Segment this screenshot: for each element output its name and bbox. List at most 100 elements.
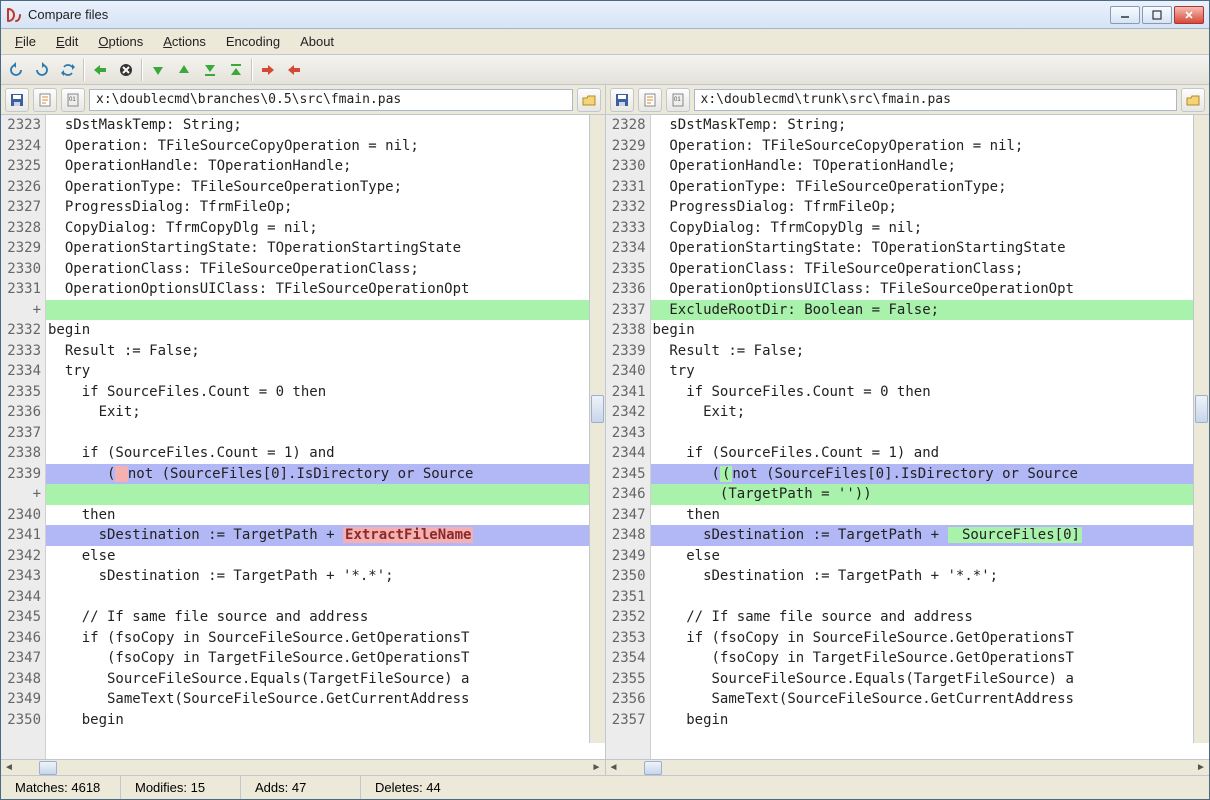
edit-right-button[interactable] xyxy=(638,88,662,112)
minimize-button[interactable] xyxy=(1110,6,1140,24)
code-line[interactable]: (TargetPath = '')) xyxy=(651,484,1210,505)
right-hscrollbar[interactable]: ◄► xyxy=(606,759,1210,775)
line-number: 2355 xyxy=(606,669,650,690)
left-vscrollbar[interactable] xyxy=(589,115,605,743)
code-line[interactable]: if (fsoCopy in SourceFileSource.GetOpera… xyxy=(46,628,605,649)
code-line[interactable] xyxy=(46,587,605,608)
code-line[interactable] xyxy=(46,484,605,505)
line-number: 2343 xyxy=(1,566,45,587)
open-right-button[interactable] xyxy=(1181,88,1205,112)
menu-options[interactable]: Options xyxy=(88,29,153,54)
code-line[interactable]: ProgressDialog: TfrmFileOp; xyxy=(651,197,1210,218)
left-code[interactable]: 232323242325232623272328232923302331+233… xyxy=(1,115,605,759)
code-line[interactable]: CopyDialog: TfrmCopyDlg = nil; xyxy=(46,218,605,239)
code-line[interactable]: then xyxy=(651,505,1210,526)
code-line[interactable]: OperationOptionsUIClass: TFileSourceOper… xyxy=(651,279,1210,300)
code-line[interactable]: OperationHandle: TOperationHandle; xyxy=(651,156,1210,177)
code-line[interactable]: try xyxy=(46,361,605,382)
compare-icon[interactable] xyxy=(88,58,112,82)
save-left-button[interactable] xyxy=(5,88,29,112)
right-vscrollbar[interactable] xyxy=(1193,115,1209,743)
last-diff-icon[interactable] xyxy=(198,58,222,82)
code-line[interactable]: OperationStartingState: TOperationStarti… xyxy=(651,238,1210,259)
code-line[interactable]: Operation: TFileSourceCopyOperation = ni… xyxy=(46,136,605,157)
code-line[interactable]: sDestination := TargetPath + '*.*'; xyxy=(651,566,1210,587)
code-line[interactable]: else xyxy=(651,546,1210,567)
code-line[interactable]: if (fsoCopy in SourceFileSource.GetOpera… xyxy=(651,628,1210,649)
line-number: + xyxy=(1,300,45,321)
path-input-left[interactable]: x:\doublecmd\branches\0.5\src\fmain.pas xyxy=(89,89,573,111)
prev-diff-icon[interactable] xyxy=(172,58,196,82)
code-line[interactable]: else xyxy=(46,546,605,567)
copy-right-icon[interactable] xyxy=(282,58,306,82)
code-line[interactable]: ExcludeRootDir: Boolean = False; xyxy=(651,300,1210,321)
code-line[interactable]: OperationStartingState: TOperationStarti… xyxy=(46,238,605,259)
binary-right-button[interactable]: 01 xyxy=(666,88,690,112)
menu-edit[interactable]: Edit xyxy=(46,29,88,54)
code-line[interactable]: OperationClass: TFileSourceOperationClas… xyxy=(651,259,1210,280)
code-line[interactable]: sDestination := TargetPath + ExtractFile… xyxy=(46,525,605,546)
code-line[interactable]: SameText(SourceFileSource.GetCurrentAddr… xyxy=(46,689,605,710)
code-line[interactable]: OperationHandle: TOperationHandle; xyxy=(46,156,605,177)
right-code[interactable]: 2328232923302331233223332334233523362337… xyxy=(606,115,1210,759)
maximize-button[interactable] xyxy=(1142,6,1172,24)
code-line[interactable]: OperationType: TFileSourceOperationType; xyxy=(46,177,605,198)
code-line[interactable]: if (SourceFiles.Count = 1) and xyxy=(46,443,605,464)
code-line[interactable] xyxy=(651,423,1210,444)
code-line[interactable]: if (SourceFiles.Count = 1) and xyxy=(651,443,1210,464)
code-line[interactable]: Operation: TFileSourceCopyOperation = ni… xyxy=(651,136,1210,157)
refresh-right-icon[interactable] xyxy=(30,58,54,82)
save-right-button[interactable] xyxy=(610,88,634,112)
code-line[interactable]: sDestination := TargetPath + '*.*'; xyxy=(46,566,605,587)
code-line[interactable]: // If same file source and address xyxy=(651,607,1210,628)
code-line[interactable]: Result := False; xyxy=(46,341,605,362)
code-line[interactable]: sDestination := TargetPath + SourceFiles… xyxy=(651,525,1210,546)
code-line[interactable]: ( not (SourceFiles[0].IsDirectory or Sou… xyxy=(46,464,605,485)
code-line[interactable]: sDstMaskTemp: String; xyxy=(651,115,1210,136)
binary-left-button[interactable]: 01 xyxy=(61,88,85,112)
code-line[interactable]: SourceFileSource.Equals(TargetFileSource… xyxy=(651,669,1210,690)
code-line[interactable]: begin xyxy=(651,320,1210,341)
code-line[interactable]: SourceFileSource.Equals(TargetFileSource… xyxy=(46,669,605,690)
code-line[interactable]: // If same file source and address xyxy=(46,607,605,628)
code-line[interactable]: Exit; xyxy=(651,402,1210,423)
open-left-button[interactable] xyxy=(577,88,601,112)
code-line[interactable]: try xyxy=(651,361,1210,382)
code-line[interactable]: begin xyxy=(651,710,1210,731)
code-line[interactable]: ProgressDialog: TfrmFileOp; xyxy=(46,197,605,218)
path-input-right[interactable]: x:\doublecmd\trunk\src\fmain.pas xyxy=(694,89,1178,111)
code-line[interactable]: OperationOptionsUIClass: TFileSourceOper… xyxy=(46,279,605,300)
code-line[interactable] xyxy=(651,587,1210,608)
menu-actions[interactable]: Actions xyxy=(153,29,216,54)
edit-left-button[interactable] xyxy=(33,88,57,112)
code-line[interactable]: CopyDialog: TfrmCopyDlg = nil; xyxy=(651,218,1210,239)
menu-encoding[interactable]: Encoding xyxy=(216,29,290,54)
left-hscrollbar[interactable]: ◄► xyxy=(1,759,605,775)
code-line[interactable]: sDstMaskTemp: String; xyxy=(46,115,605,136)
code-line[interactable]: if SourceFiles.Count = 0 then xyxy=(651,382,1210,403)
code-line[interactable]: SameText(SourceFileSource.GetCurrentAddr… xyxy=(651,689,1210,710)
code-line[interactable]: then xyxy=(46,505,605,526)
first-diff-icon[interactable] xyxy=(224,58,248,82)
line-number: 2350 xyxy=(606,566,650,587)
menu-about[interactable]: About xyxy=(290,29,344,54)
code-line[interactable]: Exit; xyxy=(46,402,605,423)
code-line[interactable]: OperationType: TFileSourceOperationType; xyxy=(651,177,1210,198)
code-line[interactable]: (fsoCopy in TargetFileSource.GetOperatio… xyxy=(46,648,605,669)
code-line[interactable]: OperationClass: TFileSourceOperationClas… xyxy=(46,259,605,280)
close-button[interactable] xyxy=(1174,6,1204,24)
refresh-left-icon[interactable] xyxy=(4,58,28,82)
code-line[interactable]: if SourceFiles.Count = 0 then xyxy=(46,382,605,403)
code-line[interactable]: begin xyxy=(46,710,605,731)
code-line[interactable]: begin xyxy=(46,320,605,341)
cancel-icon[interactable] xyxy=(114,58,138,82)
code-line[interactable] xyxy=(46,300,605,321)
code-line[interactable]: Result := False; xyxy=(651,341,1210,362)
copy-left-icon[interactable] xyxy=(256,58,280,82)
menu-file[interactable]: File xyxy=(5,29,46,54)
code-line[interactable] xyxy=(46,423,605,444)
code-line[interactable]: (fsoCopy in TargetFileSource.GetOperatio… xyxy=(651,648,1210,669)
refresh-both-icon[interactable] xyxy=(56,58,80,82)
code-line[interactable]: ((not (SourceFiles[0].IsDirectory or Sou… xyxy=(651,464,1210,485)
next-diff-icon[interactable] xyxy=(146,58,170,82)
